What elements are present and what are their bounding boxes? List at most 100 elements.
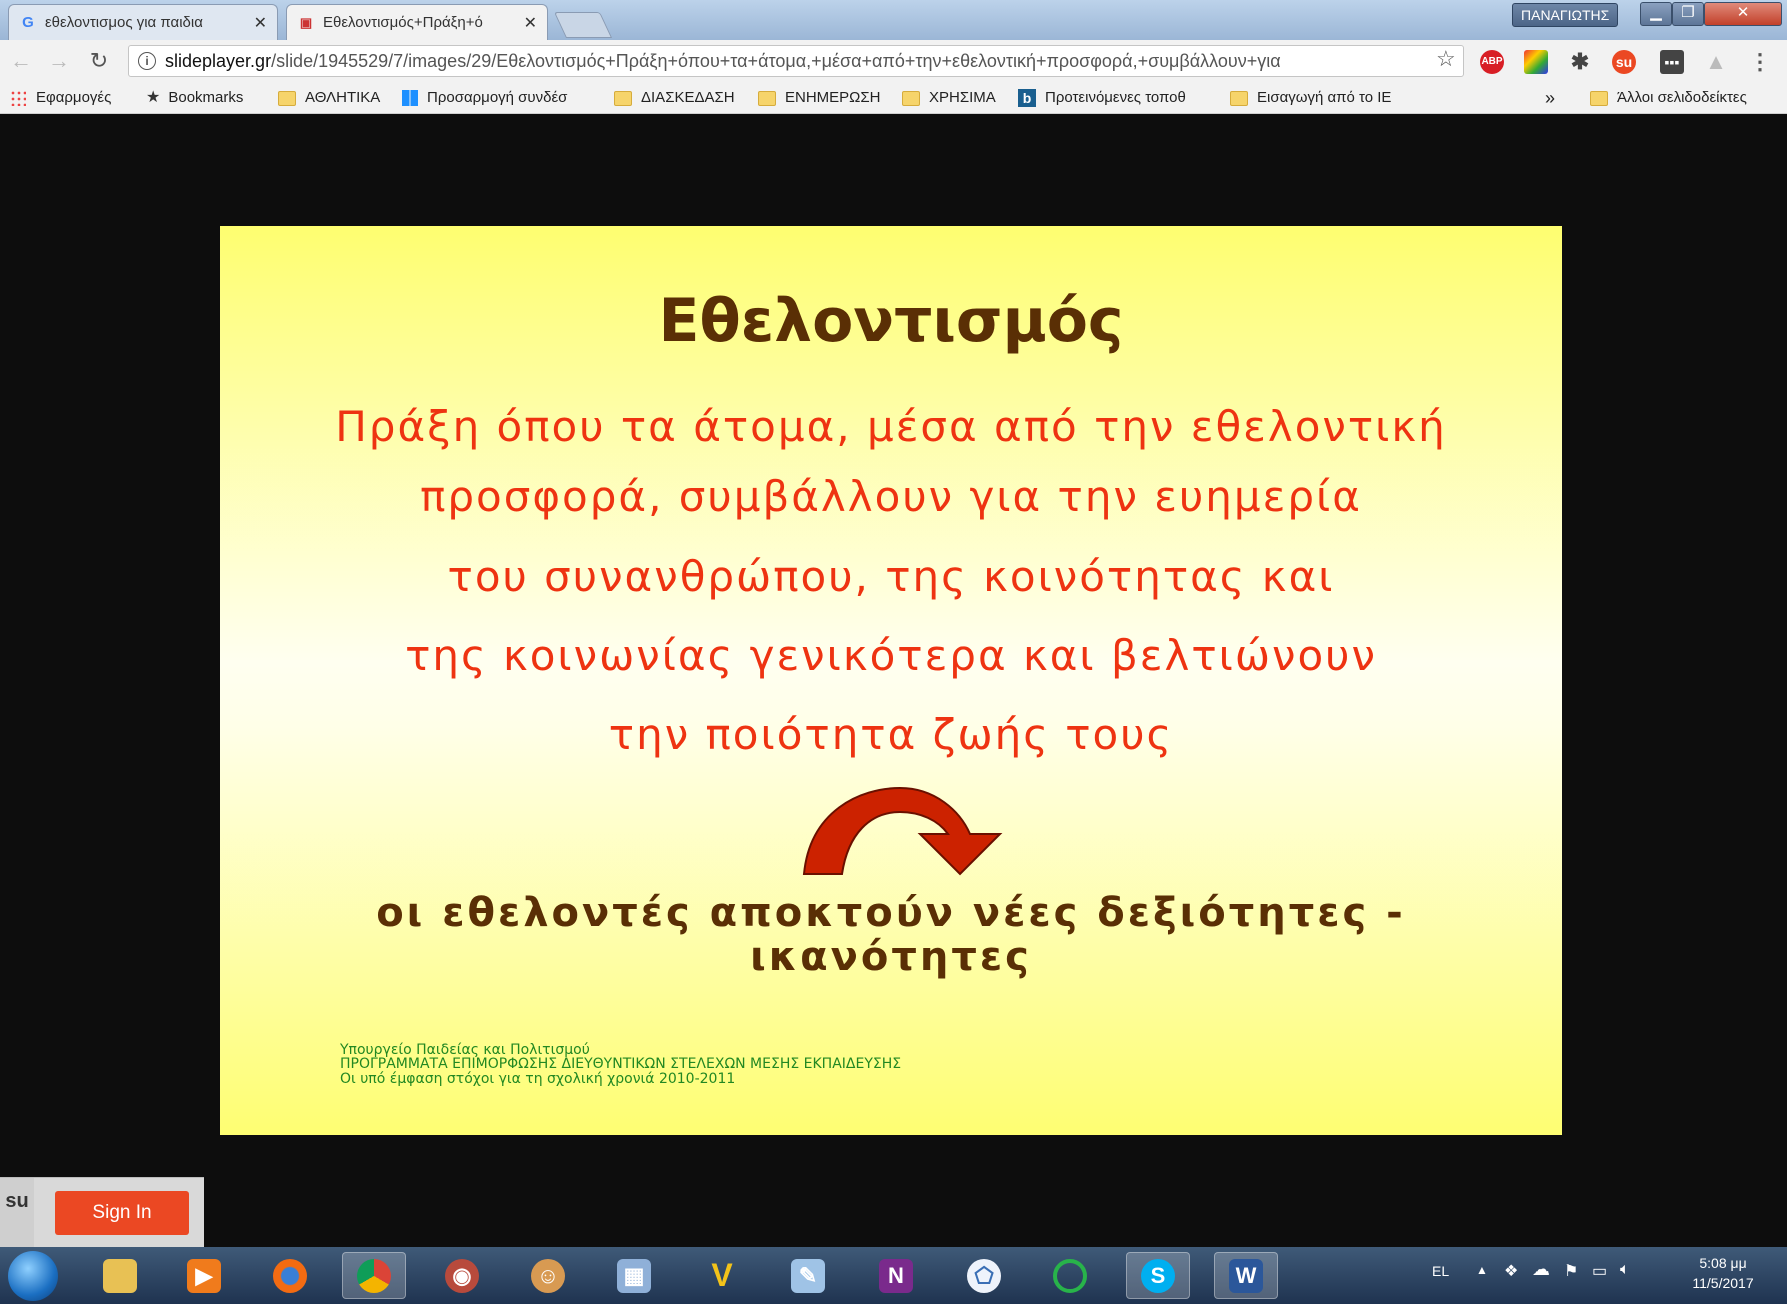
new-tab-button[interactable] (553, 12, 613, 38)
opera-icon (1053, 1258, 1087, 1293)
taskbar-scanner[interactable]: ✎ (776, 1252, 840, 1299)
taskbar-word[interactable]: W (1214, 1252, 1278, 1299)
taskbar-onenote[interactable]: N (864, 1252, 928, 1299)
close-window-button[interactable]: ✕ (1704, 2, 1782, 26)
chrome-icon (357, 1258, 391, 1293)
taskbar-vector[interactable]: V (690, 1252, 754, 1299)
stumbleupon-icon[interactable]: su (1612, 50, 1636, 74)
bookmark-enimerosi[interactable]: ΕΝΗΜΕΡΩΣΗ (758, 87, 881, 109)
clock-time: 5:08 μμ (1699, 1255, 1747, 1271)
tab-label: Εθελοντισμός+Πράξη+ό (323, 14, 483, 31)
bookmark-label: Bookmarks (168, 89, 244, 106)
bookmark-proteinomenes[interactable]: b Προτεινόμενες τοποθ (1018, 87, 1186, 109)
tab-google-search[interactable]: G εθελοντισμος για παιδια ✕ (8, 4, 278, 40)
address-bar[interactable]: i slideplayer.gr/slide/1945529/7/images/2… (128, 45, 1464, 77)
bookmark-bookmarks[interactable]: ★ Bookmarks (146, 87, 243, 109)
curved-arrow-icon (802, 786, 1003, 876)
clock-date: 11/5/2017 (1692, 1275, 1754, 1291)
taskbar-chrome[interactable] (342, 1252, 406, 1299)
slideplayer-icon: ▣ (299, 14, 313, 30)
firefox-icon (273, 1258, 307, 1293)
bookmark-label: Άλλοι σελιδοδείκτες (1617, 89, 1747, 106)
slide-text-line: της κοινωνίας γενικότερα και βελτιώνουν (405, 631, 1377, 680)
reload-button[interactable]: ↻ (84, 46, 114, 76)
taskbar-firefox[interactable] (258, 1252, 322, 1299)
scanner-icon: ✎ (791, 1258, 825, 1293)
slide-text-line: Πράξη όπου τα άτομα, μέσα από την εθελον… (335, 402, 1447, 451)
back-button[interactable]: ← (6, 46, 36, 76)
photo-viewer-icon: ◉ (445, 1258, 479, 1293)
adblock-icon[interactable]: ABP (1480, 50, 1504, 74)
minimize-button[interactable]: ▁ (1640, 2, 1672, 26)
start-button[interactable] (8, 1251, 58, 1301)
close-icon[interactable]: ✕ (254, 13, 267, 33)
close-icon[interactable]: ✕ (524, 13, 537, 33)
explorer-icon (103, 1258, 137, 1293)
slide-text-line: προσφορά, συμβάλλουν για την ευημερία (420, 472, 1362, 521)
cloud-icon[interactable]: ☁ (1532, 1259, 1550, 1280)
info-icon[interactable]: i (138, 52, 156, 70)
bookmark-label: Εφαρμογές (36, 89, 112, 106)
menu-icon[interactable]: ⋮ (1748, 50, 1772, 74)
taskbar-photo-viewer[interactable]: ◉ (430, 1252, 494, 1299)
drive-icon[interactable]: ▲ (1704, 50, 1728, 74)
forward-button[interactable]: → (44, 46, 74, 76)
volume-icon[interactable]: 🔈︎ (1620, 1261, 1630, 1279)
slide-footer-line: ΠΡΟΓΡΑΜΜΑΤΑ ΕΠΙΜΟΡΦΩΣΗΣ ΔΙΕΥΘΥΝΤΙΚΩΝ ΣΤΕ… (340, 1056, 902, 1072)
bookmark-prosarmogi[interactable]: Προσαρμογή συνδέσ (402, 87, 567, 109)
more-icon[interactable]: ▪▪▪ (1660, 50, 1684, 74)
spider-icon[interactable]: ✱ (1568, 50, 1592, 74)
url-host: slideplayer.gr (165, 51, 272, 71)
bookmark-star-icon[interactable]: ☆ (1436, 46, 1456, 72)
tab-slideplayer[interactable]: ▣ Εθελοντισμός+Πράξη+ό ✕ (286, 4, 548, 40)
bookmark-label: ΕΝΗΜΕΡΩΣΗ (785, 89, 881, 106)
vector-icon: V (711, 1257, 733, 1293)
slide-footer-line: Οι υπό έμφαση στόχοι για τη σχολική χρον… (340, 1071, 736, 1087)
clock[interactable]: 5:08 μμ 11/5/2017 (1668, 1253, 1778, 1293)
apps-icon (10, 90, 26, 106)
bookmark-label: Προτεινόμενες τοποθ (1045, 89, 1186, 106)
bookmark-label: ΑΘΛΗΤΙΚΑ (305, 89, 381, 106)
browser-toolbar: ← → ↻ i slideplayer.gr/slide/1945529/7/im… (0, 40, 1787, 84)
media-player-icon: ▶ (187, 1258, 221, 1293)
show-hidden-icons-icon[interactable]: ▲ (1476, 1263, 1488, 1277)
bookmark-label: Προσαρμογή συνδέσ (427, 89, 568, 106)
bookmark-other[interactable]: Άλλοι σελιδοδείκτες (1590, 87, 1747, 109)
bookmark-eisagogi-ie[interactable]: Εισαγωγή από το IE (1230, 87, 1391, 109)
taskbar-explorer[interactable] (88, 1252, 152, 1299)
bookmarks-overflow-button[interactable]: » (1545, 87, 1555, 109)
folder-icon (1590, 90, 1608, 106)
maximize-button[interactable]: ❐ (1672, 2, 1704, 26)
bookmark-xrisima[interactable]: ΧΡΗΣΙΜΑ (902, 87, 996, 109)
taskbar-skype[interactable]: S (1126, 1252, 1190, 1299)
word-icon: W (1229, 1258, 1263, 1293)
slide-conclusion-line: οι εθελοντές αποκτούν νέες δεξιότητες - (376, 890, 1406, 936)
stumbleupon-icon[interactable]: su (0, 1178, 34, 1248)
taskbar-media-player[interactable]: ▶ (172, 1252, 236, 1299)
bookmark-diaskedasi[interactable]: ΔΙΑΣΚΕΔΑΣΗ (614, 87, 735, 109)
taskbar-game[interactable]: ☺ (516, 1252, 580, 1299)
profile-badge[interactable]: ΠΑΝΑΓΙΩΤΗΣ (1512, 3, 1619, 27)
network-status-icon[interactable]: ▭ (1592, 1261, 1607, 1281)
onenote-icon: N (879, 1258, 913, 1293)
tab-label: εθελοντισμος για παιδια (45, 14, 203, 31)
folder-icon (902, 90, 920, 106)
folder-icon (758, 90, 776, 106)
sign-in-button[interactable]: Sign In (55, 1191, 189, 1235)
star-icon: ★ (146, 89, 161, 106)
bookmark-apps[interactable]: Εφαρμογές (10, 87, 111, 109)
language-indicator[interactable]: EL (1432, 1263, 1449, 1279)
game-icon: ☺ (531, 1258, 565, 1293)
colorful-icon[interactable] (1524, 50, 1548, 74)
bookmark-athlitika[interactable]: ΑΘΛΗΤΙΚΑ (278, 87, 380, 109)
taskbar-calculator[interactable]: ▦ (602, 1252, 666, 1299)
slide-title: Εθελοντισμός (658, 286, 1124, 356)
taskbar-opera[interactable] (1038, 1252, 1102, 1299)
dropbox-icon[interactable]: ❖ (1504, 1261, 1518, 1281)
windows-icon (402, 90, 418, 106)
google-icon: G (22, 14, 34, 31)
slide-text-line: του συνανθρώπου, της κοινότητας και (447, 552, 1335, 601)
flag-icon[interactable]: ⚑ (1564, 1261, 1578, 1281)
taskbar: ▶ ◉ ☺ ▦ V ✎ N ⬠ S W EL ▲ ❖ ☁ ⚑ ▭ 🔈︎ 5:08… (0, 1247, 1787, 1304)
taskbar-network[interactable]: ⬠ (952, 1252, 1016, 1299)
